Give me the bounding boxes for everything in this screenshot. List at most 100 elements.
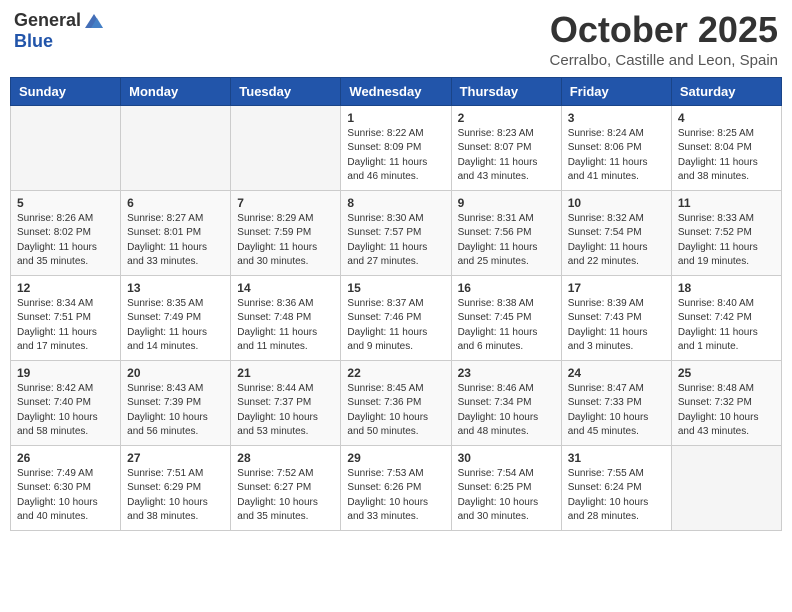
cell-content: Sunrise: 7:55 AMSunset: 6:24 PMDaylight:… <box>568 467 665 525</box>
week-row-1: 5 Sunrise: 8:26 AMSunset: 8:02 PMDaylight… <box>11 190 782 275</box>
table-row <box>121 105 231 190</box>
header-wednesday: Wednesday <box>341 77 451 105</box>
cell-content: Sunrise: 8:26 AMSunset: 8:02 PMDaylight:… <box>17 212 114 270</box>
cell-content: Sunrise: 7:52 AMSunset: 6:27 PMDaylight:… <box>237 467 334 525</box>
day-number: 5 <box>17 196 114 210</box>
cell-content: Sunrise: 8:46 AMSunset: 7:34 PMDaylight:… <box>458 382 555 440</box>
cell-content: Sunrise: 8:40 AMSunset: 7:42 PMDaylight:… <box>678 297 775 355</box>
month-title: October 2025 <box>550 10 778 50</box>
day-number: 7 <box>237 196 334 210</box>
table-row: 11 Sunrise: 8:33 AMSunset: 7:52 PMDayligh… <box>671 190 781 275</box>
table-row: 28 Sunrise: 7:52 AMSunset: 6:27 PMDayligh… <box>231 445 341 530</box>
table-row: 24Sunrise: 8:47 AMSunset: 7:33 PMDayligh… <box>561 360 671 445</box>
table-row <box>11 105 121 190</box>
day-number: 8 <box>347 196 444 210</box>
day-number: 19 <box>17 366 114 380</box>
week-row-0: 1 Sunrise: 8:22 AMSunset: 8:09 PMDaylight… <box>11 105 782 190</box>
table-row: 14 Sunrise: 8:36 AMSunset: 7:48 PMDayligh… <box>231 275 341 360</box>
table-row: 31 Sunrise: 7:55 AMSunset: 6:24 PMDayligh… <box>561 445 671 530</box>
calendar: Sunday Monday Tuesday Wednesday Thursday… <box>10 77 782 531</box>
table-row: 3Sunrise: 8:24 AMSunset: 8:06 PMDaylight… <box>561 105 671 190</box>
cell-content: Sunrise: 8:38 AMSunset: 7:45 PMDaylight:… <box>458 297 555 355</box>
header-sunday: Sunday <box>11 77 121 105</box>
table-row: 19Sunrise: 8:42 AMSunset: 7:40 PMDayligh… <box>11 360 121 445</box>
cell-content: Sunrise: 7:51 AMSunset: 6:29 PMDaylight:… <box>127 467 224 525</box>
table-row: 7 Sunrise: 8:29 AMSunset: 7:59 PMDaylight… <box>231 190 341 275</box>
table-row: 15Sunrise: 8:37 AMSunset: 7:46 PMDayligh… <box>341 275 451 360</box>
cell-content: Sunrise: 8:31 AMSunset: 7:56 PMDaylight:… <box>458 212 555 270</box>
table-row <box>671 445 781 530</box>
day-number: 17 <box>568 281 665 295</box>
day-number: 20 <box>127 366 224 380</box>
day-number: 18 <box>678 281 775 295</box>
table-row: 27 Sunrise: 7:51 AMSunset: 6:29 PMDayligh… <box>121 445 231 530</box>
day-number: 21 <box>237 366 334 380</box>
table-row: 18 Sunrise: 8:40 AMSunset: 7:42 PMDayligh… <box>671 275 781 360</box>
cell-content: Sunrise: 8:37 AMSunset: 7:46 PMDaylight:… <box>347 297 444 355</box>
day-number: 31 <box>568 451 665 465</box>
logo-text-blue: Blue <box>14 31 53 51</box>
table-row: 6Sunrise: 8:27 AMSunset: 8:01 PMDaylight… <box>121 190 231 275</box>
table-row: 25 Sunrise: 8:48 AMSunset: 7:32 PMDayligh… <box>671 360 781 445</box>
header-thursday: Thursday <box>451 77 561 105</box>
table-row: 20 Sunrise: 8:43 AMSunset: 7:39 PMDayligh… <box>121 360 231 445</box>
cell-content: Sunrise: 8:23 AMSunset: 8:07 PMDaylight:… <box>458 127 555 185</box>
cell-content: Sunrise: 7:54 AMSunset: 6:25 PMDaylight:… <box>458 467 555 525</box>
cell-content: Sunrise: 8:47 AMSunset: 7:33 PMDaylight:… <box>568 382 665 440</box>
title-area: October 2025 Cerralbo, Castille and Leon… <box>550 10 778 69</box>
day-number: 30 <box>458 451 555 465</box>
day-number: 26 <box>17 451 114 465</box>
day-number: 28 <box>237 451 334 465</box>
day-number: 14 <box>237 281 334 295</box>
day-number: 13 <box>127 281 224 295</box>
day-number: 9 <box>458 196 555 210</box>
week-row-3: 19Sunrise: 8:42 AMSunset: 7:40 PMDayligh… <box>11 360 782 445</box>
day-number: 6 <box>127 196 224 210</box>
week-row-4: 26 Sunrise: 7:49 AMSunset: 6:30 PMDayligh… <box>11 445 782 530</box>
day-number: 25 <box>678 366 775 380</box>
cell-content: Sunrise: 7:49 AMSunset: 6:30 PMDaylight:… <box>17 467 114 525</box>
table-row: 8 Sunrise: 8:30 AMSunset: 7:57 PMDaylight… <box>341 190 451 275</box>
table-row: 21 Sunrise: 8:44 AMSunset: 7:37 PMDayligh… <box>231 360 341 445</box>
day-number: 12 <box>17 281 114 295</box>
table-row: 9 Sunrise: 8:31 AMSunset: 7:56 PMDaylight… <box>451 190 561 275</box>
cell-content: Sunrise: 8:30 AMSunset: 7:57 PMDaylight:… <box>347 212 444 270</box>
cell-content: Sunrise: 8:33 AMSunset: 7:52 PMDaylight:… <box>678 212 775 270</box>
table-row: 12Sunrise: 8:34 AMSunset: 7:51 PMDayligh… <box>11 275 121 360</box>
location-title: Cerralbo, Castille and Leon, Spain <box>550 52 778 69</box>
table-row <box>231 105 341 190</box>
table-row: 29Sunrise: 7:53 AMSunset: 6:26 PMDayligh… <box>341 445 451 530</box>
cell-content: Sunrise: 8:25 AMSunset: 8:04 PMDaylight:… <box>678 127 775 185</box>
day-number: 10 <box>568 196 665 210</box>
day-number: 1 <box>347 111 444 125</box>
cell-content: Sunrise: 8:48 AMSunset: 7:32 PMDaylight:… <box>678 382 775 440</box>
day-number: 29 <box>347 451 444 465</box>
cell-content: Sunrise: 8:36 AMSunset: 7:48 PMDaylight:… <box>237 297 334 355</box>
table-row: 4 Sunrise: 8:25 AMSunset: 8:04 PMDaylight… <box>671 105 781 190</box>
table-row: 2 Sunrise: 8:23 AMSunset: 8:07 PMDaylight… <box>451 105 561 190</box>
week-row-2: 12Sunrise: 8:34 AMSunset: 7:51 PMDayligh… <box>11 275 782 360</box>
cell-content: Sunrise: 8:44 AMSunset: 7:37 PMDaylight:… <box>237 382 334 440</box>
cell-content: Sunrise: 8:39 AMSunset: 7:43 PMDaylight:… <box>568 297 665 355</box>
table-row: 23Sunrise: 8:46 AMSunset: 7:34 PMDayligh… <box>451 360 561 445</box>
cell-content: Sunrise: 8:29 AMSunset: 7:59 PMDaylight:… <box>237 212 334 270</box>
header-friday: Friday <box>561 77 671 105</box>
table-row: 17 Sunrise: 8:39 AMSunset: 7:43 PMDayligh… <box>561 275 671 360</box>
logo: General Blue <box>14 10 105 52</box>
day-number: 22 <box>347 366 444 380</box>
header-monday: Monday <box>121 77 231 105</box>
header-tuesday: Tuesday <box>231 77 341 105</box>
cell-content: Sunrise: 8:22 AMSunset: 8:09 PMDaylight:… <box>347 127 444 185</box>
day-number: 2 <box>458 111 555 125</box>
day-number: 11 <box>678 196 775 210</box>
header-saturday: Saturday <box>671 77 781 105</box>
cell-content: Sunrise: 8:45 AMSunset: 7:36 PMDaylight:… <box>347 382 444 440</box>
weekday-header-row: Sunday Monday Tuesday Wednesday Thursday… <box>11 77 782 105</box>
cell-content: Sunrise: 8:32 AMSunset: 7:54 PMDaylight:… <box>568 212 665 270</box>
cell-content: Sunrise: 8:43 AMSunset: 7:39 PMDaylight:… <box>127 382 224 440</box>
table-row: 16 Sunrise: 8:38 AMSunset: 7:45 PMDayligh… <box>451 275 561 360</box>
day-number: 16 <box>458 281 555 295</box>
day-number: 4 <box>678 111 775 125</box>
day-number: 27 <box>127 451 224 465</box>
logo-text-general: General <box>14 11 81 31</box>
